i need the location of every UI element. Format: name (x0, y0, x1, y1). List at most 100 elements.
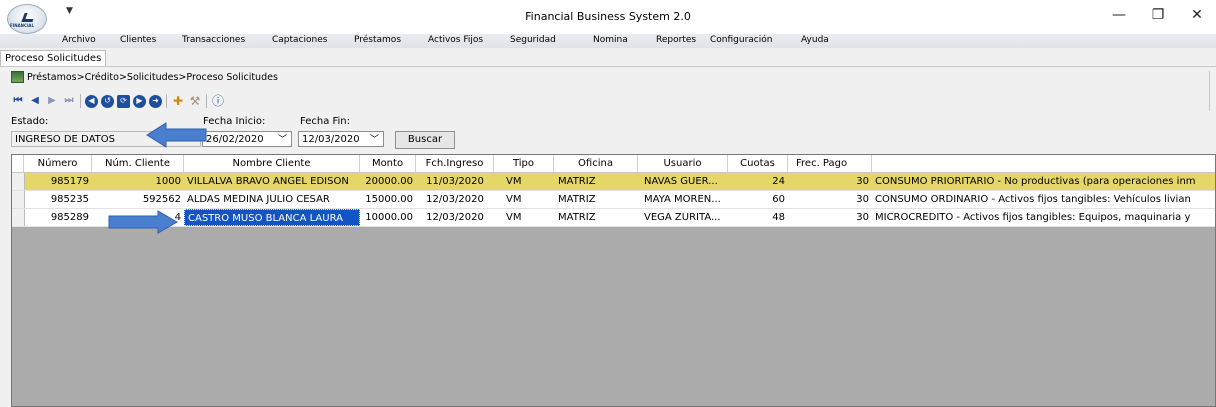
menu-captaciones[interactable]: Captaciones (272, 35, 327, 45)
table-row[interactable]: 985235 592562 ALDAS MEDINA JULIO CESAR 1… (12, 191, 1215, 209)
cell-frec-pago: 30 (856, 212, 869, 223)
column-header[interactable]: Cuotas (728, 155, 788, 172)
undo-icon[interactable]: ↺ (101, 94, 114, 108)
cell-destino: CONSUMO ORDINARIO - Activos fijos tangib… (875, 194, 1191, 205)
cell-fecha: 12/03/2020 (426, 212, 484, 223)
table-row[interactable]: 985289 4 CASTRO MUSO BLANCA LAURA 10000.… (12, 209, 1215, 227)
cell-monto: 10000.00 (365, 212, 413, 223)
cell-oficina: MATRIZ (558, 212, 596, 223)
breadcrumb: Préstamos>Crédito>Solicitudes>Proceso So… (11, 71, 278, 83)
annotation-arrow-left-icon (146, 122, 207, 148)
fecha-inicio-label: Fecha Inicio: (203, 116, 266, 127)
cell-cuotas: 48 (772, 212, 785, 223)
fecha-inicio-value: 26/02/2020 (206, 134, 264, 145)
estado-label: Estado: (11, 116, 49, 127)
minimize-button[interactable]: — (1100, 4, 1138, 26)
first-record-icon[interactable]: ⏮ (11, 94, 25, 108)
menu-prestamos[interactable]: Préstamos (354, 35, 401, 45)
column-header[interactable]: Oficina (554, 155, 638, 172)
chevron-down-icon[interactable]: ﹀ (278, 132, 287, 148)
module-icon (11, 71, 24, 83)
cell-monto: 15000.00 (365, 194, 413, 205)
cell-usuario: MAYA MOREN... (644, 194, 721, 205)
cell-oficina: MATRIZ (558, 176, 596, 187)
next-record-icon[interactable]: ▶ (45, 94, 59, 108)
menu-transacciones[interactable]: Transacciones (182, 35, 245, 45)
cell-num-cliente: 1000 (155, 176, 181, 187)
cell-nombre-selected[interactable]: CASTRO MUSO BLANCA LAURA (184, 209, 360, 226)
column-header[interactable]: Nombre Cliente (184, 155, 360, 172)
cell-numero: 985179 (50, 176, 89, 187)
back-icon[interactable]: ◀ (85, 94, 98, 108)
fecha-fin-value: 12/03/2020 (302, 134, 360, 145)
cell-destino: CONSUMO PRIORITARIO - No productivas (pa… (875, 176, 1196, 187)
row-header-corner (12, 155, 24, 172)
toolbar-separator (80, 94, 81, 108)
table-row[interactable]: 985179 1000 VILLALVA BRAVO ANGEL EDISON … (12, 173, 1215, 191)
column-header[interactable]: Núm. Cliente (92, 155, 184, 172)
column-header[interactable]: Tipo (494, 155, 554, 172)
close-button[interactable]: ✕ (1178, 4, 1216, 26)
document-tabs: Proceso Solicitudes (0, 49, 1216, 67)
toolbar-separator (166, 94, 167, 108)
column-header[interactable]: Número (24, 155, 92, 172)
fecha-inicio-picker[interactable]: 26/02/2020 ﹀ (202, 131, 292, 147)
column-header[interactable]: Usuario (638, 155, 728, 172)
cell-cuotas: 24 (772, 176, 785, 187)
menu-seguridad[interactable]: Seguridad (510, 35, 556, 45)
title-bar: FINANCIAL ▼ Financial Business System 2.… (0, 0, 1216, 34)
cell-numero: 985289 (50, 212, 89, 223)
menu-activos-fijos[interactable]: Activos Fijos (428, 35, 483, 45)
cell-tipo: VM (506, 194, 522, 205)
fecha-fin-label: Fecha Fin: (300, 116, 351, 127)
menu-configuracion[interactable]: Configuración (710, 35, 772, 45)
menu-clientes[interactable]: Clientes (120, 35, 156, 45)
column-header[interactable]: Monto (360, 155, 416, 172)
solicitudes-grid[interactable]: Número Núm. Cliente Nombre Cliente Monto… (11, 154, 1216, 407)
forward-icon[interactable]: ▶ (133, 94, 146, 108)
cell-frec-pago: 30 (856, 194, 869, 205)
cell-tipo: VM (506, 176, 522, 187)
cell-tipo: VM (506, 212, 522, 223)
cell-oficina: MATRIZ (558, 194, 596, 205)
cell-cuotas: 60 (772, 194, 785, 205)
vertical-scrollbar[interactable] (1209, 71, 1216, 111)
cell-monto: 20000.00 (365, 176, 413, 187)
menu-ayuda[interactable]: Ayuda (801, 35, 829, 45)
add-icon[interactable]: ✚ (171, 94, 185, 108)
tools-icon[interactable]: ⚒ (188, 94, 202, 108)
cell-nombre: VILLALVA BRAVO ANGEL EDISON (187, 176, 349, 187)
toolbar: ⏮ ◀ ▶ ⏭ ◀ ↺ ⟳ ▶ ➜ ✚ ⚒ ⓘ (11, 93, 228, 109)
menu-bar: Archivo Clientes Transacciones Captacion… (0, 34, 1216, 48)
estado-value: INGRESO DE DATOS (15, 134, 115, 145)
grid-header: Número Núm. Cliente Nombre Cliente Monto… (12, 155, 1215, 173)
cell-usuario: VEGA ZURITA... (644, 212, 721, 223)
maximize-button[interactable]: ❐ (1139, 4, 1177, 26)
buscar-button[interactable]: Buscar (395, 131, 455, 149)
toolbar-separator (206, 94, 207, 108)
column-header[interactable] (872, 155, 1215, 172)
refresh-icon[interactable]: ⟳ (117, 94, 130, 108)
menu-nomina[interactable]: Nomina (593, 35, 628, 45)
fecha-fin-picker[interactable]: 12/03/2020 ﹀ (298, 131, 384, 147)
cell-destino: MICROCREDITO - Activos fijos tangibles: … (875, 212, 1191, 223)
last-record-icon[interactable]: ⏭ (62, 94, 76, 108)
window-title: Financial Business System 2.0 (525, 10, 691, 23)
cell-fecha: 11/03/2020 (426, 176, 484, 187)
cell-num-cliente: 592562 (142, 194, 181, 205)
annotation-arrow-right-icon (108, 210, 178, 234)
cell-fecha: 12/03/2020 (426, 194, 484, 205)
menu-reportes[interactable]: Reportes (656, 35, 696, 45)
column-header[interactable]: Fch.Ingreso (416, 155, 494, 172)
export-icon[interactable]: ➜ (149, 94, 162, 108)
chevron-down-icon[interactable]: ﹀ (370, 132, 379, 148)
cell-numero: 985235 (50, 194, 89, 205)
breadcrumb-text: Préstamos>Crédito>Solicitudes>Proceso So… (27, 71, 278, 83)
tab-proceso-solicitudes[interactable]: Proceso Solicitudes (0, 50, 107, 66)
cell-nombre: ALDAS MEDINA JULIO CESAR (187, 194, 330, 205)
info-icon[interactable]: ⓘ (211, 94, 225, 108)
menu-archivo[interactable]: Archivo (62, 35, 96, 45)
column-header[interactable]: Frec. Pago (788, 155, 872, 172)
previous-record-icon[interactable]: ◀ (28, 94, 42, 108)
cell-frec-pago: 30 (856, 176, 869, 187)
